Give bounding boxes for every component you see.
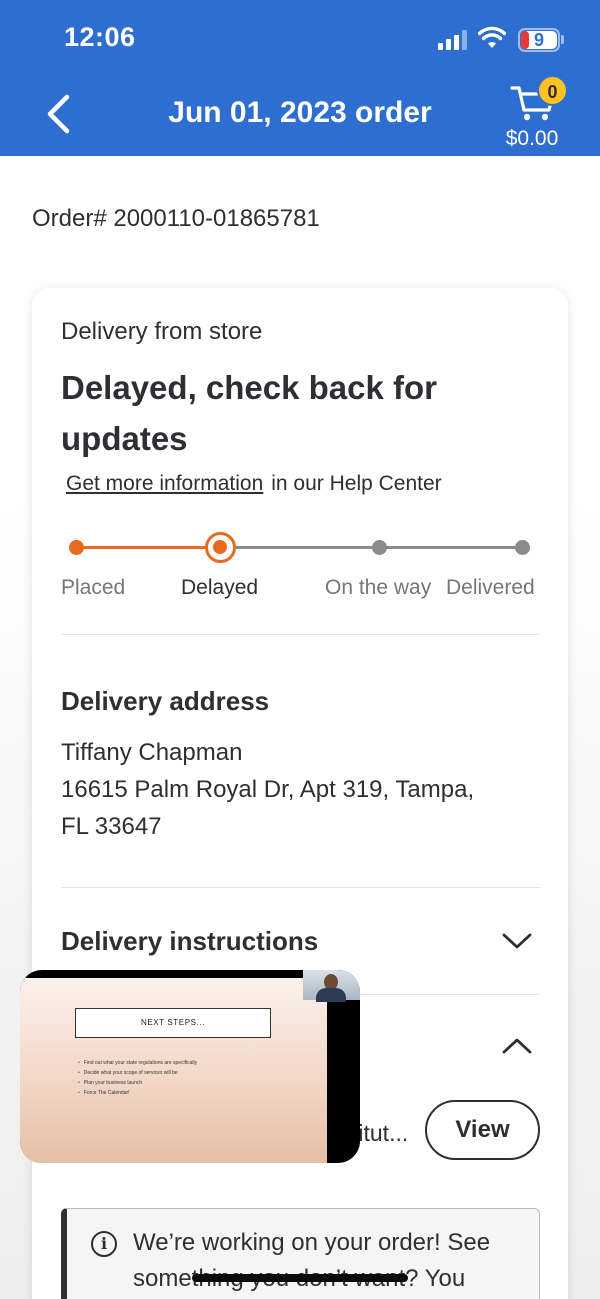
status-headline: Delayed, check back for updates: [61, 369, 438, 457]
divider: [61, 634, 540, 635]
cart-total: $0.00: [505, 127, 559, 150]
view-button[interactable]: View: [425, 1100, 540, 1160]
slide-title: NEXT STEPS...: [75, 1008, 271, 1038]
top-app-bar: 12:06 9 Jun 01, 2023 order 0 $0.00: [0, 0, 600, 156]
home-indicator[interactable]: [192, 1274, 408, 1282]
info-icon: i: [91, 1231, 117, 1257]
divider: [61, 887, 540, 888]
order-number: Order# 2000110-01865781: [32, 205, 320, 232]
chevron-down-icon[interactable]: [502, 931, 532, 951]
delivery-instructions-heading[interactable]: Delivery instructions: [61, 926, 318, 957]
get-more-information-link[interactable]: Get more information: [66, 472, 263, 495]
step-label-delayed: Delayed: [181, 576, 259, 599]
battery-icon: 9: [518, 28, 560, 52]
progress-line-complete: [76, 546, 220, 549]
wifi-icon: [478, 26, 506, 48]
chevron-left-icon[interactable]: [40, 92, 80, 136]
slide-bullets: Find out what your state regulations are…: [78, 1058, 197, 1098]
step-label-placed: Placed: [61, 576, 126, 599]
info-banner-text: We’re working on your order! See somethi…: [133, 1229, 491, 1292]
page-title: Jun 01, 2023 order: [168, 96, 432, 129]
webcam-thumbnail: [303, 970, 360, 1002]
step-dot-delivered: [515, 540, 530, 555]
step-label-on-the-way: On the way: [325, 576, 432, 599]
presentation-slide: NEXT STEPS... Find out what your state r…: [20, 978, 327, 1163]
battery-tip: [561, 35, 564, 44]
chevron-up-icon[interactable]: [502, 1036, 532, 1056]
cart-count-badge: 0: [537, 75, 568, 106]
slide-bullet: Find out what your state regulations are…: [78, 1058, 197, 1068]
pip-video-overlay[interactable]: NEXT STEPS... Find out what your state r…: [20, 970, 360, 1163]
slide-bullet: Plan your business launch: [78, 1078, 197, 1088]
partial-item-text: titut...: [352, 1120, 409, 1146]
delivery-address-heading: Delivery address: [61, 686, 270, 716]
step-dot-delayed: [205, 532, 236, 563]
slide-bullet: Force The Calendar!: [78, 1088, 197, 1098]
help-row: Get more information in our Help Center: [66, 472, 442, 496]
info-banner: i We’re working on your order! See somet…: [61, 1208, 540, 1299]
help-center-text: in our Help Center: [271, 472, 442, 495]
slide-bullet: Decide what your scope of services will …: [78, 1068, 197, 1078]
delivery-type: Delivery from store: [61, 318, 263, 345]
step-dot-placed: [69, 540, 84, 555]
address-line1: 16615 Palm Royal Dr, Apt 319, Tampa,: [61, 776, 475, 803]
battery-level: 9: [533, 30, 544, 50]
delivery-address: Tiffany Chapman 16615 Palm Royal Dr, Apt…: [61, 734, 501, 845]
address-line2: FL 33647: [61, 813, 162, 840]
step-label-delivered: Delivered: [446, 576, 535, 599]
step-dot-on-the-way: [372, 540, 387, 555]
address-name: Tiffany Chapman: [61, 739, 243, 766]
status-time: 12:06: [64, 22, 136, 52]
cellular-signal-icon: [438, 30, 468, 50]
progress-tracker: [32, 528, 568, 568]
